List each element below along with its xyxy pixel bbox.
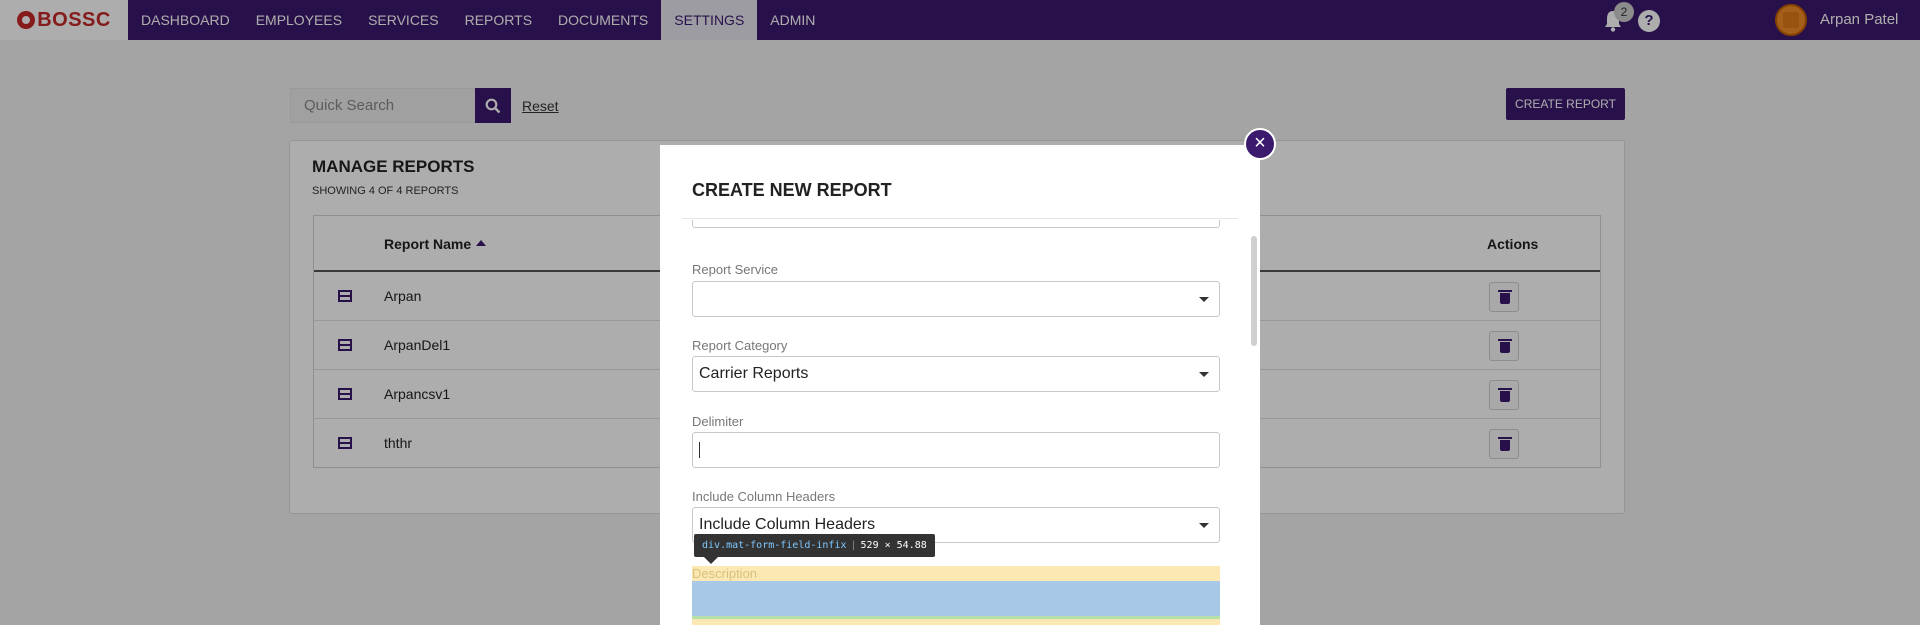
delimiter-label: Delimiter xyxy=(692,414,744,429)
tooltip-dimensions: 529 × 54.88 xyxy=(860,540,927,551)
chevron-down-icon xyxy=(1199,297,1209,302)
create-report-dialog: CREATE NEW REPORT Report Service Report … xyxy=(660,145,1260,625)
dialog-scrollbar[interactable] xyxy=(1251,236,1257,346)
tooltip-selector: .mat-form-field-infix xyxy=(720,540,847,551)
tooltip-separator: | xyxy=(850,540,857,551)
description-textarea[interactable] xyxy=(692,581,1220,619)
text-cursor xyxy=(699,441,700,458)
report-category-label: Report Category xyxy=(692,338,788,353)
dialog-divider xyxy=(682,218,1238,219)
tooltip-tag: div xyxy=(702,540,721,551)
delimiter-input[interactable] xyxy=(692,432,1220,468)
chevron-down-icon xyxy=(1199,523,1209,528)
previous-field-edge xyxy=(692,220,1220,228)
dialog-title: CREATE NEW REPORT xyxy=(692,180,892,200)
description-label: Description xyxy=(692,566,758,581)
report-service-select[interactable] xyxy=(692,281,1220,317)
report-category-select[interactable]: Carrier Reports xyxy=(692,356,1220,392)
chevron-down-icon xyxy=(1199,372,1209,377)
report-service-label: Report Service xyxy=(692,262,778,277)
report-category-value: Carrier Reports xyxy=(699,365,809,382)
column-headers-value: Include Column Headers xyxy=(699,516,876,533)
column-headers-label: Include Column Headers xyxy=(692,489,836,504)
inspector-tooltip: div.mat-form-field-infix | 529 × 54.88 xyxy=(694,534,935,564)
close-icon[interactable]: × xyxy=(1244,128,1276,160)
